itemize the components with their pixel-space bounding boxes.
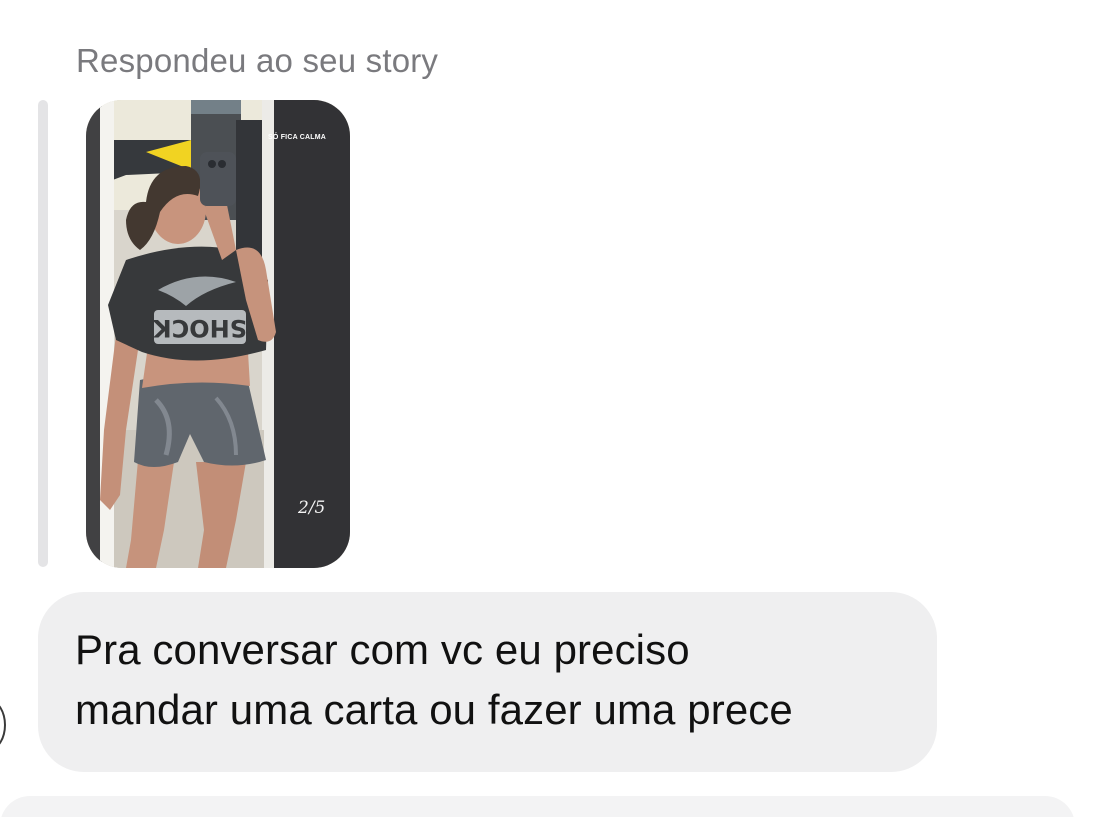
message-line-1: Pra conversar com vc eu preciso	[75, 626, 690, 673]
message-line-2: mandar uma carta ou fazer uma prece	[75, 686, 793, 733]
avatar[interactable]	[0, 700, 6, 750]
message-text: Pra conversar com vc eu preciso mandar um…	[75, 620, 907, 740]
message-bubble[interactable]: Pra conversar com vc eu preciso mandar um…	[38, 592, 937, 772]
story-reply-label: Respondeu ao seu story	[76, 42, 439, 79]
story-counter: 2/5	[298, 498, 326, 518]
story-caption-text: SÓ FICA CALMA	[268, 134, 326, 141]
message-composer[interactable]	[0, 796, 1075, 817]
story-thumbnail[interactable]: SHOCK SÓ FICA CALMA 2/5	[86, 100, 350, 568]
reply-indicator-bar	[38, 100, 48, 567]
chat-screen: Respondeu ao seu story SHOCK SÓ FICA CAL…	[0, 0, 1111, 817]
